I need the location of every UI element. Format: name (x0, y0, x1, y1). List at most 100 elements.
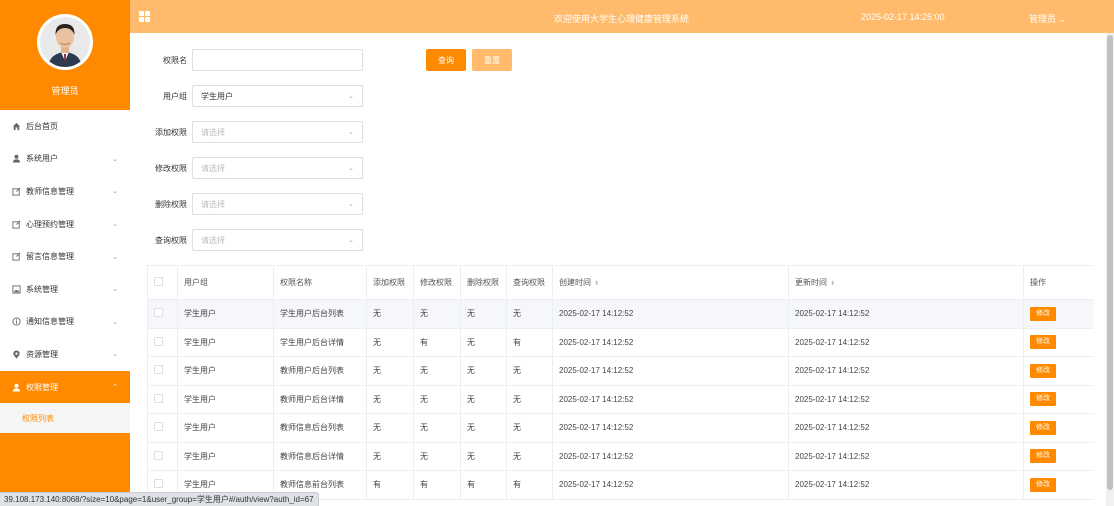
vertical-scrollbar[interactable] (1106, 33, 1114, 506)
row-checkbox[interactable] (154, 422, 163, 432)
sidebar-item-system-users[interactable]: 系统用户 ⌄ (0, 143, 130, 176)
filter-add-select[interactable]: 请选择 ⌄ (192, 121, 363, 143)
sidebar-item-label: 权限管理 (26, 382, 58, 392)
filter-edit-select[interactable]: 请选择 ⌄ (192, 157, 363, 179)
cell-name: 教师用户后台列表 (273, 356, 367, 386)
edit-button[interactable]: 修改 (1030, 477, 1056, 492)
row-checkbox[interactable] (154, 393, 163, 403)
cell-add: 无 (366, 299, 414, 329)
row-checkbox[interactable] (154, 365, 163, 375)
avatar[interactable] (37, 14, 93, 70)
cell-add: 无 (366, 413, 414, 443)
query-button[interactable]: 查询 (426, 49, 466, 71)
sidebar-menu: 后台首页 系统用户 ⌄ 教师信息管理 ⌄ 心理预约管理 ⌄ 留言信息管理 ⌄ 系… (0, 110, 130, 434)
table-row[interactable]: 学生用户 教师信息后台详情 无 无 无 无 2025-02-17 14:12:5… (147, 442, 1094, 471)
permission-table: 用户组 权限名称 添加权限 修改权限 删除权限 查询权限 创建时间 ⬍ 更新时间 ⬍… (147, 265, 1094, 506)
sidebar-item-appointments[interactable]: 心理预约管理 ⌄ (0, 208, 130, 241)
edit-button[interactable]: 修改 (1030, 363, 1056, 378)
filter-group-select[interactable]: 学生用户 ⌄ (192, 85, 363, 107)
chevron-down-icon: ⌄ (112, 188, 118, 196)
filter-add-row: 添加权限 请选择 ⌄ (140, 121, 363, 143)
table-row[interactable]: 学生用户 教师用户后台列表 无 无 无 无 2025-02-17 14:12:5… (147, 356, 1094, 386)
filter-view-select[interactable]: 请选择 ⌄ (192, 229, 363, 251)
col-header-created[interactable]: 创建时间 ⬍ (552, 265, 789, 300)
table-row[interactable]: 学生用户 学生用户后台详情 无 有 无 有 2025-02-17 14:12:5… (147, 328, 1094, 357)
cell-edit: 有 (413, 328, 461, 357)
sidebar-item-teacher-info[interactable]: 教师信息管理 ⌄ (0, 175, 130, 208)
reset-button[interactable]: 重置 (472, 49, 512, 71)
col-header-edit: 修改权限 (413, 265, 461, 300)
chevron-down-icon: ⌄ (348, 129, 354, 136)
cell-created: 2025-02-17 14:12:52 (552, 413, 789, 443)
sidebar-item-messages[interactable]: 留言信息管理 ⌄ (0, 240, 130, 273)
row-checkbox[interactable] (154, 308, 163, 318)
cell-view: 无 (506, 385, 553, 414)
user-icon (12, 383, 21, 392)
scrollbar-thumb[interactable] (1107, 35, 1113, 490)
cell-updated: 2025-02-17 14:12:52 (788, 356, 1024, 386)
sort-icon[interactable]: ⬍ (830, 281, 835, 287)
cell-edit: 无 (413, 442, 461, 471)
cell-delete: 无 (460, 356, 507, 386)
sidebar-item-home[interactable]: 后台首页 (0, 110, 130, 143)
filter-view-row: 查询权限 请选择 ⌄ (140, 229, 363, 251)
col-header-updated-label: 更新时间 (795, 278, 827, 287)
col-header-updated[interactable]: 更新时间 ⬍ (788, 265, 1024, 300)
sidebar-item-label: 教师信息管理 (26, 186, 74, 196)
edit-button[interactable]: 修改 (1030, 449, 1056, 464)
filter-view-label: 查询权限 (155, 235, 187, 245)
filter-group-value: 学生用户 (201, 91, 233, 101)
row-checkbox[interactable] (154, 336, 163, 346)
cell-delete: 无 (460, 442, 507, 471)
cell-created: 2025-02-17 14:12:52 (552, 385, 789, 414)
chevron-down-icon: ⌄ (112, 318, 118, 326)
sidebar: 管理员 后台首页 系统用户 ⌄ 教师信息管理 ⌄ 心理预约管理 ⌄ 留言信息管理… (0, 0, 130, 506)
cell-add: 无 (366, 385, 414, 414)
table-row[interactable]: 学生用户 教师信息后台列表 无 无 无 无 2025-02-17 14:12:5… (147, 413, 1094, 443)
cell-updated: 2025-02-17 14:12:52 (788, 328, 1024, 357)
sidebar-subitem-permission-list[interactable]: 权限列表 (0, 403, 130, 434)
chevron-down-icon: ⌄ (112, 155, 118, 163)
sidebar-item-label: 系统管理 (26, 284, 58, 294)
sidebar-item-label: 资源管理 (26, 349, 58, 359)
edit-icon (12, 252, 21, 261)
sidebar-item-permissions[interactable]: 权限管理 ⌃ (0, 370, 130, 404)
table-row[interactable]: 学生用户 学生用户后台列表 无 无 无 无 2025-02-17 14:12:5… (147, 299, 1094, 329)
cell-edit: 无 (413, 299, 461, 329)
edit-button[interactable]: 修改 (1030, 335, 1056, 350)
sidebar-item-notifications[interactable]: 通知信息管理 ⌄ (0, 306, 130, 339)
cell-delete: 无 (460, 385, 507, 414)
filter-edit-row: 修改权限 请选择 ⌄ (140, 157, 363, 179)
select-all-checkbox[interactable] (154, 277, 163, 286)
row-checkbox[interactable] (154, 479, 163, 489)
menu-grid-icon[interactable] (139, 11, 150, 22)
edit-button[interactable]: 修改 (1030, 420, 1056, 435)
edit-button[interactable]: 修改 (1030, 392, 1056, 407)
cell-name: 教师信息后台详情 (273, 442, 367, 471)
table-row[interactable]: 学生用户 教师用户后台详情 无 无 无 无 2025-02-17 14:12:5… (147, 385, 1094, 414)
cell-add: 无 (366, 356, 414, 386)
cell-created: 2025-02-17 14:12:52 (552, 299, 789, 329)
cell-updated: 2025-02-17 14:12:52 (788, 413, 1024, 443)
chevron-down-icon: ⌄ (348, 165, 354, 172)
sidebar-item-label: 后台首页 (26, 121, 58, 131)
filter-name-input[interactable] (192, 49, 363, 71)
edit-button[interactable]: 修改 (1030, 306, 1056, 321)
app-root: 管理员 后台首页 系统用户 ⌄ 教师信息管理 ⌄ 心理预约管理 ⌄ 留言信息管理… (0, 0, 1114, 506)
filter-edit-placeholder: 请选择 (201, 163, 225, 173)
cell-updated: 2025-02-17 14:12:52 (788, 470, 1024, 500)
chevron-down-icon: ⌄ (112, 351, 118, 359)
cell-updated: 2025-02-17 14:12:52 (788, 442, 1024, 471)
sidebar-item-resources[interactable]: 资源管理 ⌄ (0, 338, 130, 371)
sort-icon[interactable]: ⬍ (594, 281, 599, 287)
location-icon (12, 350, 21, 359)
filter-group-label: 用户组 (163, 91, 187, 101)
header-title: 欢迎使用大学生心理健康管理系统 (554, 14, 690, 24)
sidebar-item-system-management[interactable]: 系统管理 ⌄ (0, 273, 130, 306)
chevron-down-icon: ⌄ (348, 237, 354, 244)
chevron-up-icon: ⌃ (112, 384, 118, 392)
cell-name: 教师信息后台列表 (273, 413, 367, 443)
row-checkbox[interactable] (154, 450, 163, 460)
user-menu[interactable]: 管理员 ⌄ (1029, 12, 1066, 25)
filter-delete-select[interactable]: 请选择 ⌄ (192, 193, 363, 215)
